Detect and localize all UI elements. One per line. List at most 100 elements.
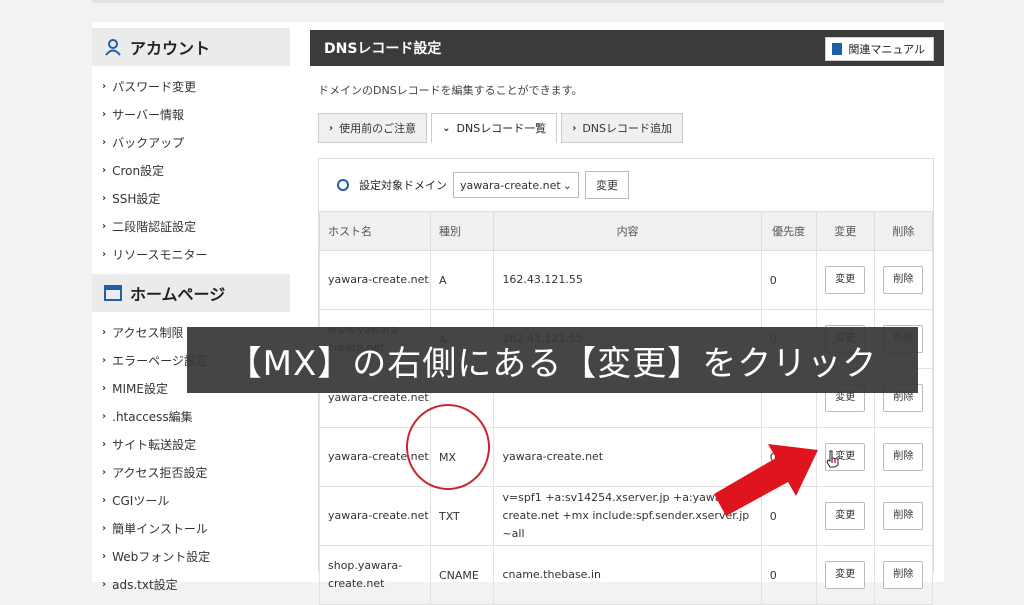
host-cell: shop.yawara-create.net [319,545,431,605]
content-cell: 162.43.121.55 [493,250,762,310]
domain-selector-row: 設定対象ドメイン yawara-create.net ⌄ 変更 [337,171,629,199]
type-cell: TXT [429,486,495,546]
related-manual-label: 関連マニュアル [848,43,925,56]
chevron-right-icon: › [572,122,577,134]
sidebar-item-site-redirect[interactable]: › サイト転送設定 [92,430,290,458]
host-cell: yawara-create.net [319,250,431,310]
dns-record-table: ホスト名 種別 内容 優先度 変更 削除 yawara-create.net A… [319,211,934,605]
sidebar-item-2fa[interactable]: › 二段階認証設定 [92,212,290,240]
book-icon [832,43,843,55]
sidebar: アカウント › パスワード変更 › サーバー情報 › バックアップ › Cron設定 ›… [92,28,290,604]
sidebar-heading-homepage: ホームページ [92,274,290,312]
user-icon [104,38,122,56]
sidebar-item-label: サーバー情報 [112,107,185,122]
edit-cell: 変更 [815,545,875,605]
chevron-right-icon: › [102,578,107,590]
sidebar-item-ads-txt[interactable]: › ads.txt設定 [92,570,290,598]
chevron-right-icon: › [102,550,107,562]
sidebar-item-label: Cron設定 [112,163,165,178]
domain-select-value: yawara-create.net [460,178,561,192]
chevron-right-icon: › [102,522,107,534]
edit-button[interactable]: 変更 [825,502,866,530]
delete-cell: 削除 [873,427,934,487]
sidebar-heading-homepage-label: ホームページ [130,285,226,304]
column-header-delete: 削除 [873,211,934,251]
host-cell: yawara-create.net [319,486,431,546]
sidebar-item-password[interactable]: › パスワード変更 [92,72,290,100]
type-cell: A [429,250,495,310]
sidebar-item-cron[interactable]: › Cron設定 [92,156,290,184]
table-row: yawara-create.net TXT v=spf1 +a:sv14254.… [319,486,934,546]
sidebar-item-label: Webフォント設定 [112,549,211,564]
tab-label: DNSレコード一覧 [456,122,547,135]
chevron-right-icon: › [102,108,107,120]
red-arrow-icon [714,444,818,516]
delete-button[interactable]: 削除 [883,561,924,589]
column-header-host: ホスト名 [319,211,431,251]
sidebar-item-label: サイト転送設定 [112,437,197,452]
sidebar-item-server-info[interactable]: › サーバー情報 [92,100,290,128]
edit-cell: 変更 [815,427,875,487]
tab-dns-add[interactable]: › DNSレコード追加 [561,113,684,143]
chevron-right-icon: › [102,192,107,204]
column-header-content: 内容 [493,211,762,251]
edit-cell: 変更 [815,250,875,310]
chevron-right-icon: › [102,494,107,506]
window-icon [104,284,122,302]
sidebar-item-label: ads.txt設定 [112,577,178,592]
chevron-right-icon: › [102,382,107,394]
page-title: DNSレコード設定 [324,41,442,57]
edit-button[interactable]: 変更 [825,266,866,294]
radio-icon [337,179,349,191]
column-header-edit: 変更 [815,211,875,251]
sidebar-item-label: バックアップ [112,135,185,150]
sidebar-item-label: CGIツール [112,493,170,508]
content-cell: cname.thebase.in [493,545,762,605]
column-header-type: 種別 [429,211,495,251]
sidebar-item-backup[interactable]: › バックアップ [92,128,290,156]
delete-button[interactable]: 削除 [883,266,924,294]
sidebar-item-label: SSH設定 [112,191,161,206]
edit-cell: 変更 [815,486,875,546]
sidebar-item-label: MIME設定 [112,381,168,396]
table-row: yawara-create.net A 162.43.121.55 0 変更 削… [319,250,934,310]
chevron-right-icon: › [102,326,107,338]
sidebar-item-ssh[interactable]: › SSH設定 [92,184,290,212]
sidebar-item-access-deny[interactable]: › アクセス拒否設定 [92,458,290,486]
sidebar-item-resource-monitor[interactable]: › リソースモニター [92,240,290,268]
table-row: shop.yawara-create.net CNAME cname.theba… [319,545,934,605]
instruction-banner: 【MX】の右側にある【変更】をクリック [187,327,918,393]
chevron-right-icon: › [102,164,107,176]
sidebar-heading-account-label: アカウント [130,39,211,58]
sidebar-heading-account: アカウント [92,28,290,66]
sidebar-item-easy-install[interactable]: › 簡単インストール [92,514,290,542]
domain-change-button[interactable]: 変更 [585,171,629,199]
sidebar-item-cgi[interactable]: › CGIツール [92,486,290,514]
sidebar-item-label: アクセス制限 [112,325,184,340]
sidebar-item-label: リソースモニター [112,247,208,262]
tab-label: DNSレコード追加 [582,122,673,135]
delete-button[interactable]: 削除 [883,443,924,471]
sidebar-item-label: 簡単インストール [112,521,208,536]
chevron-right-icon: › [102,354,107,366]
related-manual-button[interactable]: 関連マニュアル [825,37,934,61]
delete-cell: 削除 [873,486,934,546]
hand-cursor-icon [826,450,839,468]
chevron-right-icon: › [102,410,107,422]
tab-label: 使用前のご注意 [339,122,417,135]
edit-button[interactable]: 変更 [825,561,866,589]
account-menu: › パスワード変更 › サーバー情報 › バックアップ › Cron設定 › SSH設定 … [92,66,290,274]
sidebar-item-web-font[interactable]: › Webフォント設定 [92,542,290,570]
delete-button[interactable]: 削除 [883,502,924,530]
sidebar-item-label: .htaccess編集 [112,409,193,424]
chevron-right-icon: › [102,466,107,478]
domain-select[interactable]: yawara-create.net ⌄ [453,172,579,198]
sidebar-item-htaccess[interactable]: › .htaccess編集 [92,402,290,430]
delete-cell: 削除 [873,545,934,605]
chevron-down-icon: ⌄ [562,178,572,192]
chevron-right-icon: › [102,438,107,450]
priority-cell: 0 [760,545,817,605]
tab-precautions[interactable]: › 使用前のご注意 [318,113,428,143]
tab-dns-list[interactable]: ⌄ DNSレコード一覧 [431,113,558,143]
mx-highlight-circle [406,404,490,490]
